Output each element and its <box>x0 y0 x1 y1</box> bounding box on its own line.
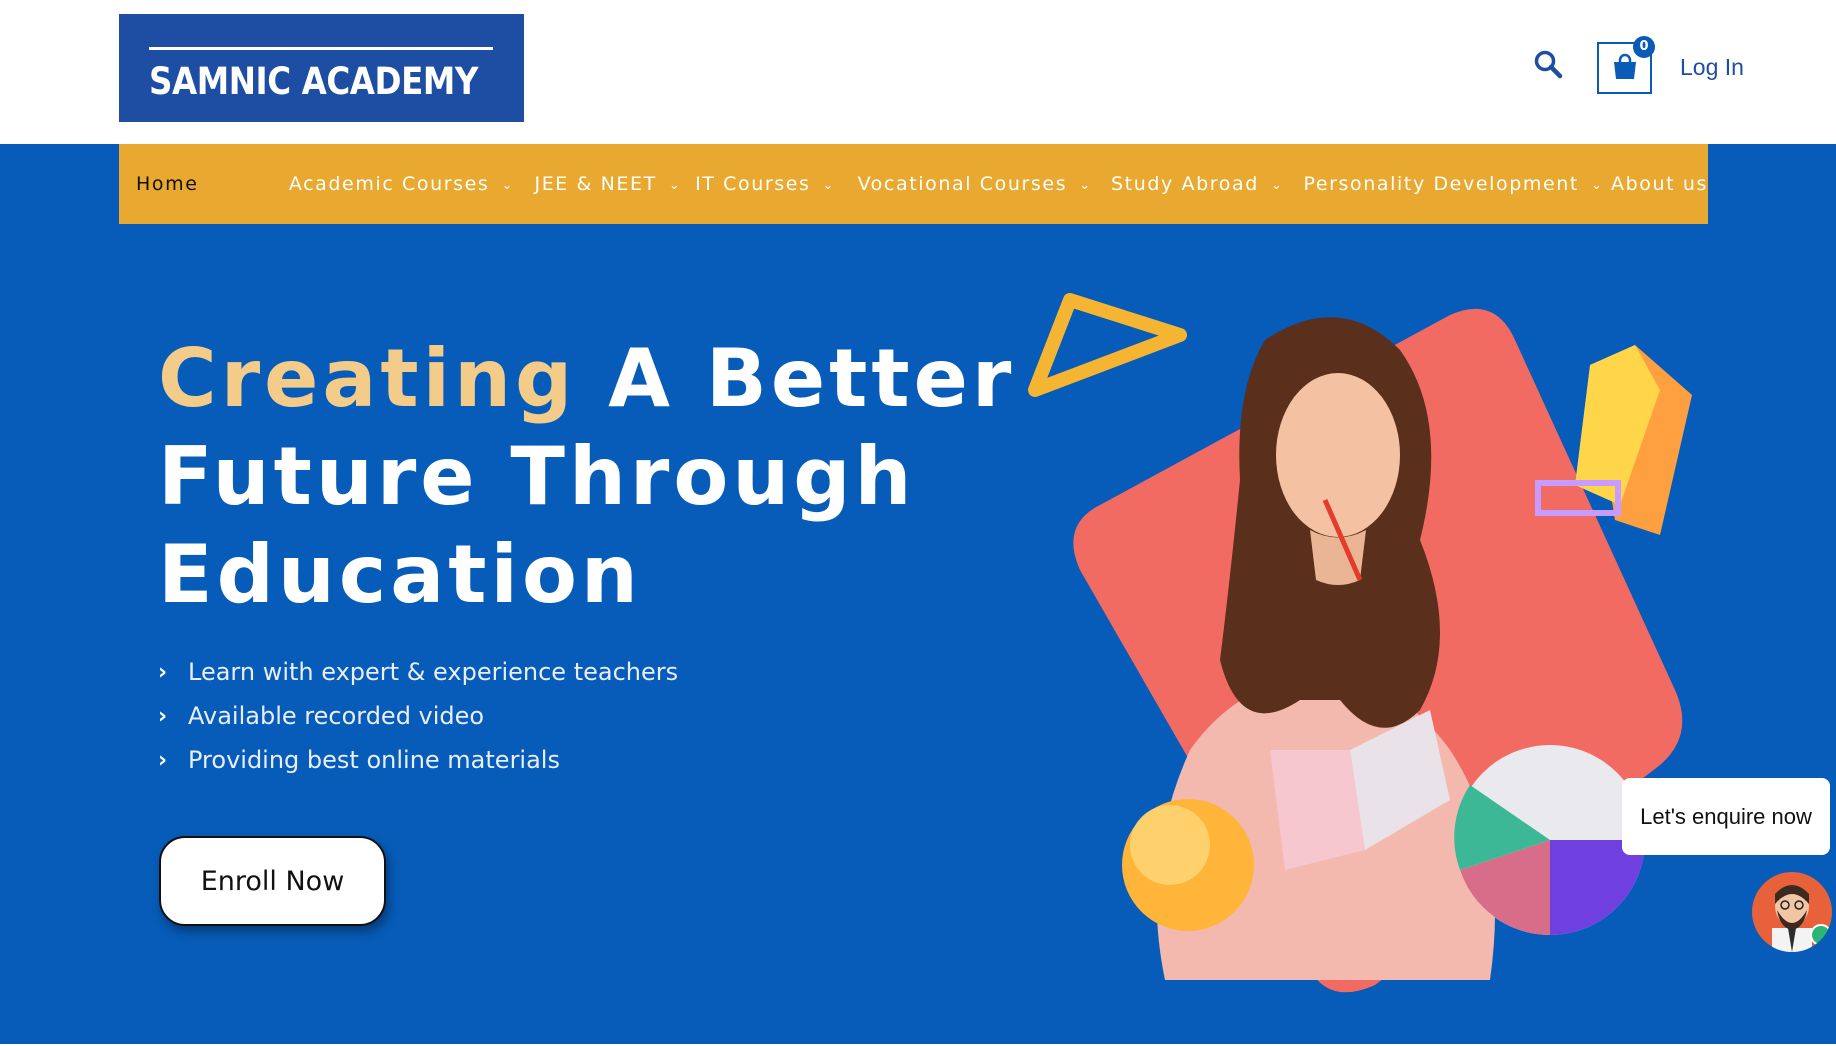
triangle-shape <box>1028 293 1187 397</box>
list-item: › Learn with expert & experience teacher… <box>158 650 678 694</box>
chevron-down-icon: ⌄ <box>1079 177 1092 193</box>
cart-count-badge: 0 <box>1633 36 1655 58</box>
headline-line-3: Education <box>158 528 642 621</box>
login-link[interactable]: Log In <box>1680 54 1744 81</box>
site-header: SAMNIC ACADEMY 0 Log In <box>0 0 1836 144</box>
nav-item-label: JEE & NEET <box>534 173 657 195</box>
nav-item-personality-development[interactable]: Personality Development ⌄ <box>1303 144 1611 224</box>
logo-rule <box>149 47 493 50</box>
nav-item-label: IT Courses <box>695 173 811 195</box>
list-item-text: Available recorded video <box>188 702 485 730</box>
chevron-down-icon: ⌄ <box>668 177 682 193</box>
hero-headline: Creating A Better Future Through Educati… <box>158 330 1015 624</box>
nav-item-about-us[interactable]: About us <box>1611 144 1708 224</box>
chevron-down-icon: ⌄ <box>822 177 836 193</box>
logo-text: SAMNIC ACADEMY <box>149 60 479 103</box>
person-face <box>1276 373 1400 537</box>
pie-graphic <box>1454 745 1645 935</box>
nav-item-home[interactable]: Home <box>119 144 289 224</box>
shopping-bag-icon <box>1614 53 1636 79</box>
hero-illustration <box>1028 293 1692 993</box>
nav-item-label: Study Abroad <box>1110 173 1259 195</box>
list-item: › Providing best online materials <box>158 738 678 782</box>
nav-item-jee-neet[interactable]: JEE & NEET ⌄ <box>535 144 696 224</box>
nav-item-vocational-courses[interactable]: Vocational Courses ⌄ <box>858 144 1111 224</box>
nav-item-it-courses[interactable]: IT Courses ⌄ <box>695 144 858 224</box>
headline-line-2: Future Through <box>158 430 916 523</box>
nav-item-label: Home <box>136 173 199 195</box>
nav-item-label: Academic Courses <box>288 173 490 195</box>
list-item-text: Learn with expert & experience teachers <box>188 658 679 686</box>
site-logo[interactable]: SAMNIC ACADEMY <box>119 14 524 122</box>
list-item: › Available recorded video <box>158 694 678 738</box>
chevron-down-icon: ⌄ <box>1590 177 1604 193</box>
nav-item-label: Vocational Courses <box>857 173 1068 195</box>
hero-feature-list: › Learn with expert & experience teacher… <box>158 650 678 782</box>
headline-accent: Creating <box>158 332 577 425</box>
chat-enquire-bubble[interactable]: Let's enquire now <box>1622 778 1830 855</box>
nav-item-label: About us <box>1611 173 1709 195</box>
chevron-down-icon: ⌄ <box>1270 177 1284 193</box>
enroll-now-button[interactable]: Enroll Now <box>159 836 386 926</box>
chevron-right-icon: › <box>158 747 168 773</box>
chevron-right-icon: › <box>158 659 168 685</box>
cart-button[interactable]: 0 <box>1597 36 1655 94</box>
nav-item-study-abroad[interactable]: Study Abroad ⌄ <box>1111 144 1303 224</box>
main-nav: Home Academic Courses ⌄ JEE & NEET ⌄ IT Co… <box>119 144 1708 224</box>
list-item-text: Providing best online materials <box>188 746 560 774</box>
chat-avatar-button[interactable] <box>1752 872 1832 952</box>
headline-line-1-rest: A Better <box>576 332 1016 425</box>
chevron-down-icon: ⌄ <box>501 177 514 193</box>
search-icon[interactable] <box>1532 48 1566 82</box>
headline-line-1: Creating A Better <box>158 330 1015 428</box>
online-status-dot <box>1810 924 1832 946</box>
nav-item-academic-courses[interactable]: Academic Courses ⌄ <box>289 144 535 224</box>
nav-item-label: Personality Development <box>1303 173 1579 195</box>
chevron-right-icon: › <box>158 703 168 729</box>
book <box>1270 750 1365 870</box>
